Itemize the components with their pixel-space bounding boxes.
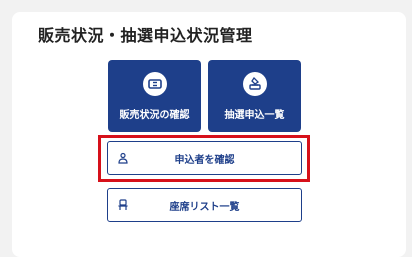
ballot-box-icon — [243, 72, 267, 96]
section-title: 販売状況・抽選申込状況管理 — [38, 26, 253, 45]
check-applicants-button[interactable]: 申込者を確認 — [107, 141, 302, 175]
seat-list-label: 座席リスト一覧 — [169, 202, 240, 213]
lottery-list-label: 抽選申込一覧 — [224, 110, 285, 121]
seat-list-button[interactable]: 座席リスト一覧 — [107, 188, 302, 222]
ticket-icon — [143, 72, 167, 96]
sales-status-tile[interactable]: 販売状況の確認 — [108, 60, 201, 132]
check-applicants-label: 申込者を確認 — [174, 155, 235, 166]
lottery-list-tile[interactable]: 抽選申込一覧 — [208, 60, 301, 132]
sales-status-label: 販売状況の確認 — [119, 110, 190, 121]
